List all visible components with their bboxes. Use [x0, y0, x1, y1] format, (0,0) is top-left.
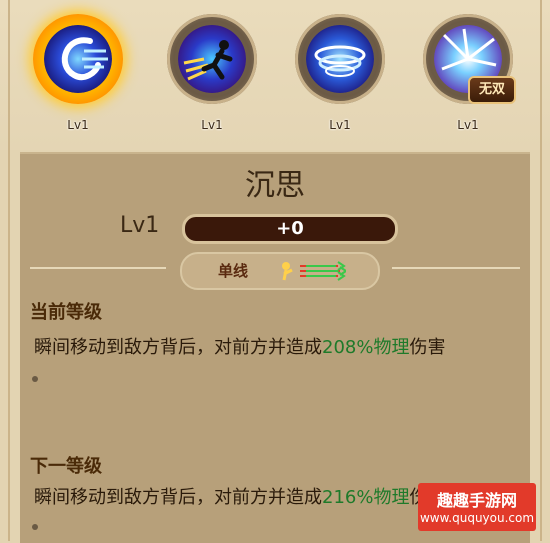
decorative-border-left: [8, 0, 10, 541]
skill-level-label: Lv1: [457, 118, 479, 132]
skill-name: 沉思: [245, 168, 305, 203]
current-desc-value: 208%物理: [322, 337, 410, 358]
dash-runner-icon: [178, 25, 246, 93]
skill-level-label: Lv1: [329, 118, 351, 132]
divider-left: [30, 267, 166, 269]
site-watermark: 趣趣手游网 www.ququyou.com: [418, 483, 536, 531]
skill-level-label: Lv1: [67, 118, 89, 132]
next-level-description: 瞬间移动到敌方背后，对前方并造成216%物理伤害: [34, 483, 445, 509]
current-level-heading: 当前等级: [30, 302, 102, 323]
skill-slot-3[interactable]: Lv1: [290, 14, 390, 134]
divider-right: [392, 267, 520, 269]
skill-slot-2[interactable]: Lv1: [162, 14, 262, 134]
bullet-dot: [32, 376, 38, 382]
target-type-label: 单线: [218, 262, 249, 280]
current-desc-text: 瞬间移动到敌方背后，对前方并造成: [34, 337, 322, 358]
target-type-tag: 单线: [180, 252, 380, 290]
single-line-attack-icon: [282, 261, 346, 281]
decorative-border-right: [540, 0, 542, 541]
skill-exp-bar: +0: [182, 214, 398, 244]
unrivaled-badge: 无双: [468, 76, 516, 104]
skill-level-label: Lv1: [201, 118, 223, 132]
watermark-title: 趣趣手游网: [436, 491, 517, 510]
next-desc-text: 瞬间移动到敌方背后，对前方并造成: [34, 487, 322, 508]
current-desc-suffix: 伤害: [409, 337, 446, 358]
skill-slot-1[interactable]: Lv1: [28, 14, 128, 134]
skill-exp-value: +0: [276, 218, 304, 239]
watermark-url: www.ququyou.com: [419, 511, 535, 525]
whirlwind-ring-icon: [306, 25, 374, 93]
skill-level: Lv1: [120, 213, 160, 238]
skill-slot-4[interactable]: 无双 Lv1: [418, 14, 518, 134]
bullet-dot: [32, 524, 38, 530]
next-level-heading: 下一等级: [30, 456, 102, 477]
current-level-description: 瞬间移动到敌方背后，对前方并造成208%物理伤害: [34, 333, 445, 359]
next-desc-value: 216%物理: [322, 487, 410, 508]
swirl-slash-icon: [44, 25, 112, 93]
